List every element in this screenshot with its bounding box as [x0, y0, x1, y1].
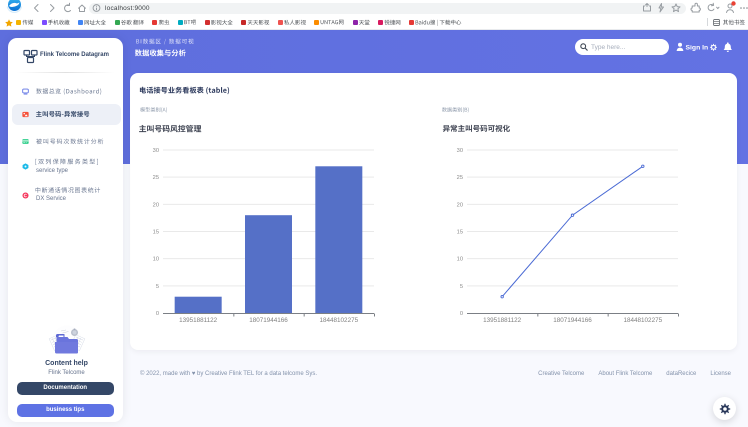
- svg-text:30: 30: [152, 148, 158, 154]
- svg-text:15: 15: [456, 230, 462, 236]
- svg-text:25: 25: [456, 175, 462, 181]
- svg-text:10: 10: [456, 257, 462, 263]
- svg-text:Sign In: Sign In: [686, 45, 709, 52]
- svg-text:0: 0: [155, 311, 158, 317]
- svg-text:13951881122: 13951881122: [483, 317, 522, 324]
- svg-text:5: 5: [155, 284, 158, 290]
- svg-text:13951881122: 13951881122: [179, 317, 218, 324]
- svg-text:25: 25: [152, 175, 158, 181]
- svg-text:18071944166: 18071944166: [553, 317, 592, 324]
- svg-text:20: 20: [152, 202, 158, 208]
- svg-text:5: 5: [459, 284, 462, 290]
- svg-text:30: 30: [456, 148, 462, 154]
- svg-text:10: 10: [152, 257, 158, 263]
- svg-text:15: 15: [152, 230, 158, 236]
- svg-text:18448102275: 18448102275: [319, 317, 358, 324]
- svg-text:18448102275: 18448102275: [623, 317, 662, 324]
- svg-text:0: 0: [459, 311, 462, 317]
- svg-text:20: 20: [456, 202, 462, 208]
- svg-text:18071944166: 18071944166: [249, 317, 288, 324]
